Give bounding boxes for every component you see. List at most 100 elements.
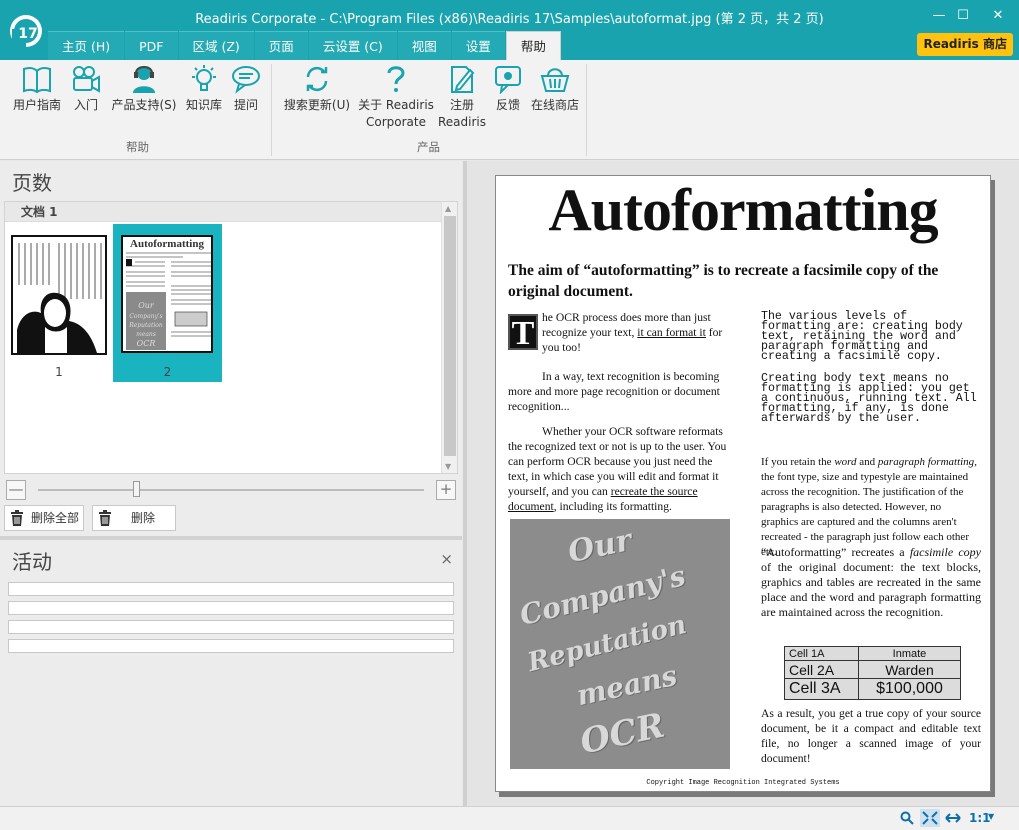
video-camera-icon	[73, 66, 100, 93]
delete-button[interactable]: 删除	[92, 505, 176, 531]
zoom-dropdown-icon[interactable]: ▼	[988, 812, 994, 821]
svg-text:means: means	[136, 331, 156, 338]
ribbon-tabs: 主页 (H) PDF 区域 (Z) 页面 云设置 (C) 视图 设置 帮助	[48, 31, 562, 60]
paragraph-mono-2: Creating body text means no formatting i…	[761, 372, 977, 425]
user-guide-button[interactable]: 用户指南	[10, 64, 64, 114]
document-subtitle: The aim of “autoformatting” is to recrea…	[508, 262, 939, 300]
document-view[interactable]: Autoformatting The aim of “autoformattin…	[463, 161, 1019, 806]
paragraph-mono-1: The various levels of formatting are: cr…	[761, 310, 963, 363]
copyright-text: Copyright Image Recognition Integrated S…	[646, 779, 840, 787]
register-label: 注册	[449, 98, 474, 112]
product-support-button[interactable]: 产品支持(S)	[110, 64, 178, 114]
tab-page[interactable]: 页面	[254, 31, 308, 60]
table-row: Cell 2A Warden	[784, 660, 961, 679]
logo-text: 17	[18, 26, 37, 42]
status-bar: 1:1 ▼	[0, 806, 1019, 830]
feedback-button[interactable]: 反馈	[492, 64, 524, 114]
register-icon	[451, 66, 475, 93]
about-button[interactable]: 关于 Readiris Corporate	[356, 64, 436, 131]
product-support-label: 产品支持(S)	[111, 98, 177, 112]
zoom-in-thumbs-button[interactable]: +	[436, 480, 456, 500]
scrollbar-thumb[interactable]	[444, 216, 456, 456]
getting-started-button[interactable]: 入门	[70, 64, 102, 114]
svg-text:Reputation: Reputation	[128, 322, 163, 329]
feedback-icon	[495, 66, 521, 94]
document-header: 文档 1	[5, 202, 457, 222]
table-row: Cell 1A Inmate	[784, 646, 961, 661]
title-bar: 17 Readiris Corporate - C:\Program Files…	[0, 0, 1019, 60]
image-text-line: means	[573, 658, 681, 713]
refresh-icon	[306, 66, 328, 92]
tab-view[interactable]: 视图	[397, 31, 451, 60]
left-panel: 页数 文档 1 1 Autoformatting Our Company's R…	[0, 161, 462, 806]
zoom-out-thumbs-button[interactable]: —	[6, 480, 26, 500]
pages-scrollbar[interactable]: ▲ ▼	[441, 202, 457, 473]
trash-icon	[11, 510, 23, 526]
table-row: Cell 3A $100,000	[784, 678, 961, 700]
basket-icon	[540, 68, 570, 92]
user-guide-label: 用户指南	[12, 98, 61, 112]
tab-zones[interactable]: 区域 (Z)	[178, 31, 254, 60]
ribbon-help: 用户指南 入门 产品支持(S) 知识库 提问 帮助 搜索更新(U) 关于 Rea…	[0, 60, 1019, 160]
page-number-1: 1	[55, 365, 63, 379]
page-number-2: 2	[163, 365, 172, 379]
online-store-label: 在线商店	[530, 98, 579, 112]
online-store-button[interactable]: 在线商店	[528, 64, 582, 114]
document-table: Cell 1A Inmate Cell 2A Warden Cell 3A $100,…	[784, 646, 961, 700]
slider-knob[interactable]	[133, 481, 140, 497]
scroll-up-icon[interactable]: ▲	[445, 204, 451, 213]
pages-list[interactable]: 文档 1 1 Autoformatting Our Company's Repu…	[4, 201, 458, 474]
ask-question-label: 提问	[233, 98, 258, 112]
tab-pdf[interactable]: PDF	[125, 31, 178, 60]
check-updates-button[interactable]: 搜索更新(U)	[282, 64, 352, 114]
fit-page-icon[interactable]	[920, 809, 940, 827]
trash-icon	[99, 510, 111, 526]
register-label-line2: Readiris	[437, 115, 486, 129]
ask-question-button[interactable]: 提问	[230, 64, 262, 114]
tab-home[interactable]: 主页 (H)	[48, 31, 125, 60]
fit-width-icon[interactable]	[945, 813, 961, 823]
panel-divider[interactable]	[0, 536, 462, 540]
support-person-icon	[133, 66, 155, 93]
activity-row	[8, 639, 454, 653]
about-label: 关于 Readiris	[358, 98, 434, 112]
paragraph-3: Whether your OCR software reformats the …	[508, 425, 727, 513]
ocr-image: Our Company's Reputation means OCR	[510, 519, 730, 769]
close-window-button[interactable]: ✕	[983, 6, 1013, 26]
about-label-line2: Corporate	[366, 115, 426, 129]
tab-help[interactable]: 帮助	[505, 31, 561, 60]
scroll-down-icon[interactable]: ▼	[445, 462, 451, 471]
svg-text:OCR: OCR	[137, 339, 156, 348]
tab-cloud-settings[interactable]: 云设置 (C)	[308, 31, 397, 60]
knowledge-base-button[interactable]: 知识库	[184, 64, 224, 114]
svg-text:Company's: Company's	[129, 313, 162, 320]
thumbnail-zoom-slider: — +	[4, 478, 458, 502]
activity-row	[8, 601, 454, 615]
document-page[interactable]: Autoformatting The aim of “autoformattin…	[495, 175, 991, 792]
zoom-search-icon[interactable]	[900, 811, 914, 825]
group-separator	[586, 64, 587, 156]
paragraph-2: In a way, text recognition is becoming m…	[508, 370, 720, 413]
page-thumbnail-1[interactable]: 1	[11, 235, 107, 379]
register-button[interactable]: 注册 Readiris	[436, 64, 488, 131]
check-updates-label: 搜索更新(U)	[283, 98, 351, 112]
readiris-store-button[interactable]: Readiris 商店	[917, 33, 1013, 56]
pages-panel-title: 页数	[12, 171, 52, 195]
maximize-button[interactable]: ☐	[948, 6, 978, 26]
page-1-preview	[11, 235, 107, 355]
question-icon	[387, 66, 405, 92]
lightbulb-icon	[192, 65, 216, 91]
help-group-label: 帮助	[126, 140, 149, 154]
slider-track[interactable]	[38, 489, 424, 491]
group-separator	[271, 64, 272, 156]
getting-started-label: 入门	[73, 98, 98, 112]
book-icon	[23, 66, 51, 94]
tab-settings[interactable]: 设置	[451, 31, 505, 60]
close-activity-icon[interactable]: ×	[440, 550, 453, 568]
delete-all-button[interactable]: 删除全部	[4, 505, 84, 531]
product-group-label: 产品	[417, 140, 440, 154]
page-thumbnail-2-selected[interactable]: Autoformatting Our Company's Reputation …	[113, 224, 222, 382]
feedback-label: 反馈	[495, 98, 520, 112]
image-text-line: Our	[565, 522, 635, 571]
image-text-line: OCR	[576, 705, 669, 763]
